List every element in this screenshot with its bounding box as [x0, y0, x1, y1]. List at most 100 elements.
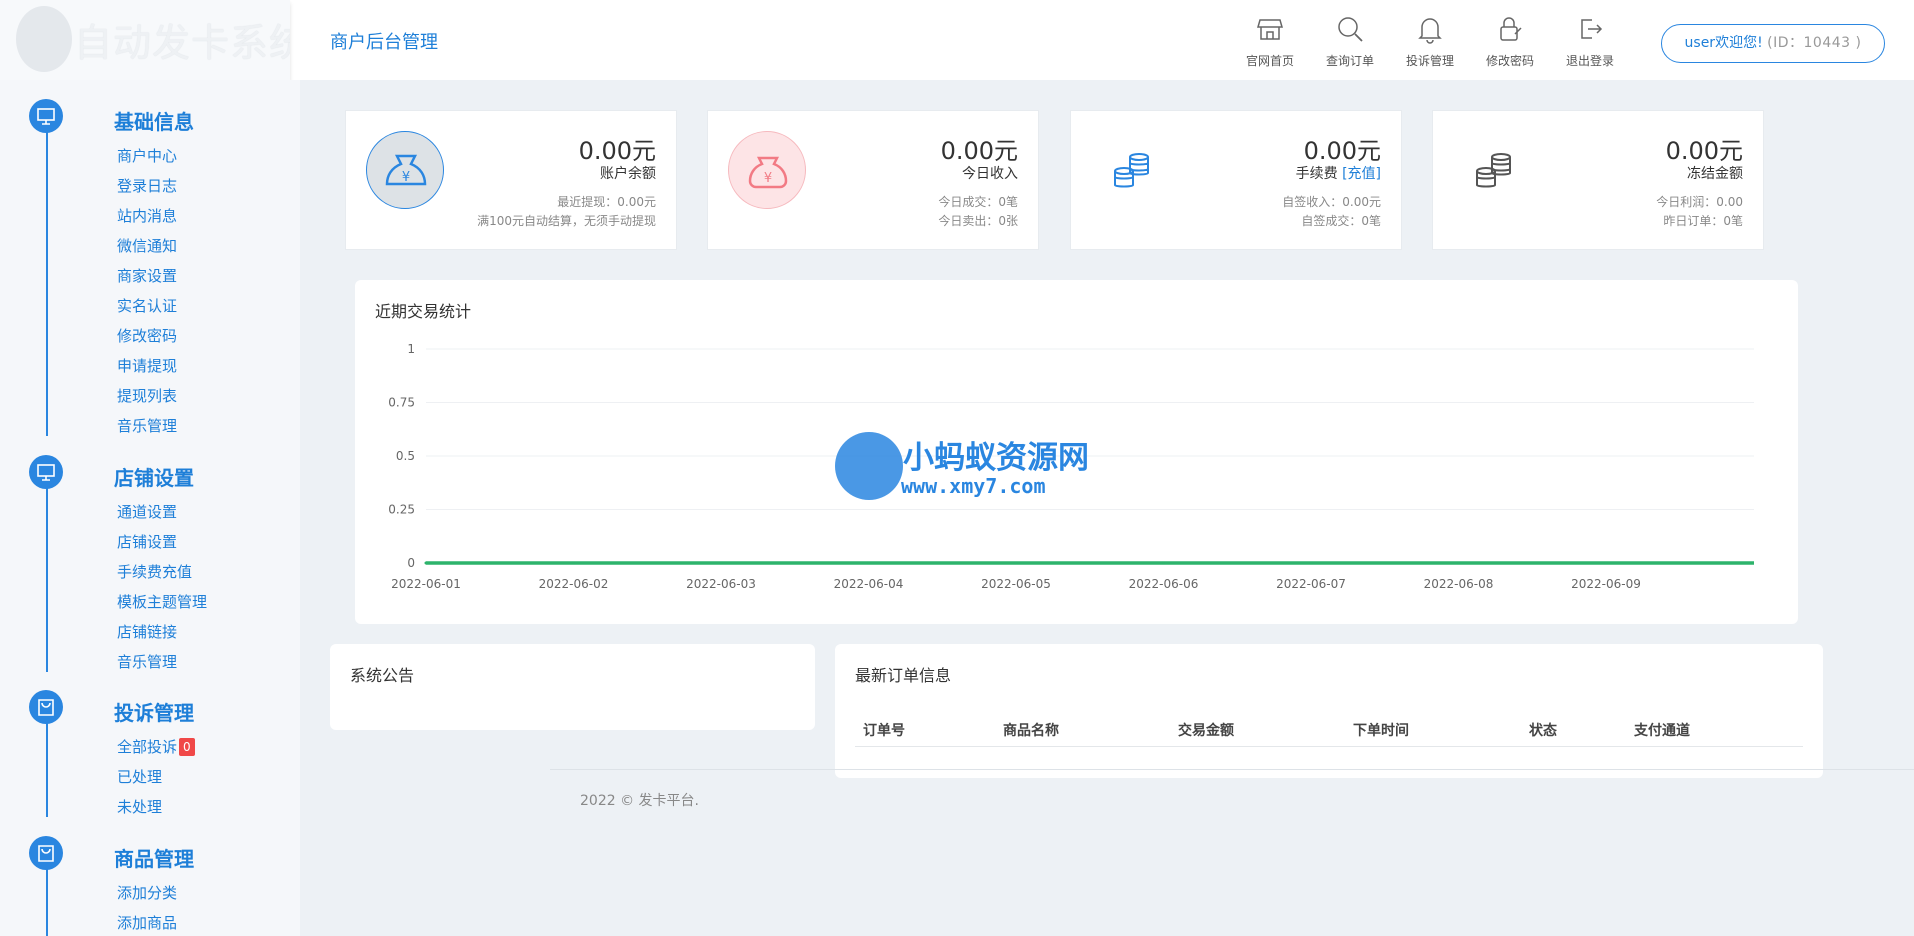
nav-home[interactable]: 官网首页 — [1230, 12, 1310, 74]
sidebar-item-music-2[interactable]: 音乐管理 — [117, 651, 177, 672]
sidebar-item-apply-withdraw[interactable]: 申请提现 — [117, 355, 177, 376]
frozen-label: 冻结金额 — [1687, 166, 1743, 182]
stat-card-fee: 0.00元 手续费 [充值] 自签收入：0.00元 自签成交：0笔 — [1070, 110, 1402, 250]
self-sign-deals: 自签成交：0笔 — [1301, 214, 1381, 228]
last-withdraw: 最近提现：0.00元 — [557, 195, 656, 209]
sidebar-item-merchant-settings[interactable]: 商家设置 — [117, 265, 177, 286]
nav-logout[interactable]: 退出登录 — [1550, 12, 1630, 74]
auto-settle-note: 满100元自动结算，无须手动提现 — [477, 214, 656, 228]
sidebar: 基础信息 商户中心 登录日志 站内消息 微信通知 商家设置 实名认证 修改密码 … — [0, 80, 300, 936]
fee-label-row: 手续费 [充值] — [1296, 163, 1381, 183]
section-line — [46, 116, 48, 436]
watermark: 小蚂蚁资源网 www.xmy7.com — [835, 432, 1095, 504]
notice-title: 系统公告 — [350, 666, 415, 685]
sidebar-item-login-log[interactable]: 登录日志 — [117, 175, 177, 196]
search-icon — [1338, 17, 1363, 42]
column-header-amount[interactable]: 交易金额 — [1178, 720, 1234, 740]
stat-card-balance: ¥ 0.00元 账户余额 最近提现：0.00元 满100元自动结算，无须手动提现 — [345, 110, 677, 250]
stat-card-frozen: 0.00元 冻结金额 今日利润：0.00 昨日订单：0笔 — [1432, 110, 1764, 250]
monitor-icon — [29, 99, 63, 133]
section-line — [46, 472, 48, 672]
logo-text: 自动发卡系统 — [74, 21, 290, 65]
orders-title: 最新订单信息 — [855, 666, 952, 685]
complaint-count-badge: 0 — [179, 738, 195, 756]
sidebar-item-unprocessed[interactable]: 未处理 — [117, 796, 162, 817]
chart-title: 近期交易统计 — [375, 302, 472, 321]
sidebar-item-channel-settings[interactable]: 通道设置 — [117, 501, 177, 522]
store-icon — [1257, 19, 1283, 40]
bell-icon — [1418, 18, 1442, 44]
sidebar-item-real-name[interactable]: 实名认证 — [117, 295, 177, 316]
sidebar-item-all-complaints-label: 全部投诉 — [117, 738, 178, 756]
logo-icon — [16, 6, 72, 72]
sidebar-item-add-product[interactable]: 添加商品 — [117, 912, 177, 933]
watermark-logo-icon — [835, 432, 903, 500]
sidebar-item-messages[interactable]: 站内消息 — [117, 205, 177, 226]
today-income-value: 0.00元 — [940, 137, 1018, 165]
sidebar-section-complaints[interactable]: 投诉管理 — [114, 697, 194, 726]
today-sold: 今日卖出：0张 — [938, 214, 1018, 228]
sidebar-item-withdraw-list[interactable]: 提现列表 — [117, 385, 177, 406]
balance-value: 0.00元 — [578, 137, 656, 165]
frozen-value: 0.00元 — [1665, 137, 1743, 165]
sidebar-section-basic-info[interactable]: 基础信息 — [114, 106, 194, 135]
money-pouch-icon: ¥ — [728, 131, 806, 209]
today-profit: 今日利润：0.00 — [1656, 195, 1743, 209]
user-id: (ID：10443 ) — [1767, 35, 1862, 51]
monitor-icon — [29, 455, 63, 489]
table-header-divider — [855, 746, 1803, 747]
user-greeting: user欢迎您! — [1684, 35, 1763, 51]
recharge-link[interactable]: [充值] — [1342, 166, 1381, 182]
sidebar-item-change-password[interactable]: 修改密码 — [117, 325, 177, 346]
sidebar-item-all-complaints[interactable]: 全部投诉 0 — [117, 736, 195, 757]
nav-query-order[interactable]: 查询订单 — [1310, 12, 1390, 74]
user-menu-button[interactable]: user欢迎您! (ID：10443 ) — [1661, 24, 1885, 63]
fee-label: 手续费 — [1295, 166, 1338, 182]
column-header-time[interactable]: 下单时间 — [1353, 720, 1409, 740]
sidebar-item-merchant-center[interactable]: 商户中心 — [117, 145, 177, 166]
nav-change-password-label: 修改密码 — [1485, 54, 1534, 68]
bag-icon — [29, 836, 63, 870]
nav-complaints[interactable]: 投诉管理 — [1390, 12, 1470, 74]
column-header-order-no[interactable]: 订单号 — [863, 720, 905, 740]
fee-value: 0.00元 — [1303, 137, 1381, 165]
svg-text:¥: ¥ — [402, 170, 410, 185]
watermark-title: 小蚂蚁资源网 — [903, 440, 1089, 476]
sidebar-item-shop-link[interactable]: 店铺链接 — [117, 621, 177, 642]
today-deals: 今日成交：0笔 — [938, 195, 1018, 209]
nav-change-password[interactable]: 修改密码 — [1470, 12, 1550, 74]
sidebar-item-theme[interactable]: 模板主题管理 — [117, 591, 207, 612]
sidebar-item-add-category[interactable]: 添加分类 — [117, 882, 177, 903]
footer-divider — [550, 769, 1914, 770]
sidebar-section-shop-settings[interactable]: 店铺设置 — [114, 462, 194, 491]
nav-query-order-label: 查询订单 — [1325, 54, 1374, 68]
watermark-url: www.xmy7.com — [901, 474, 1046, 498]
orders-panel: 最新订单信息 — [835, 644, 1823, 778]
today-income-label: 今日收入 — [962, 166, 1018, 182]
nav-complaints-label: 投诉管理 — [1405, 54, 1454, 68]
stat-card-today-income: ¥ 0.00元 今日收入 今日成交：0笔 今日卖出：0张 — [707, 110, 1039, 250]
header-title: 商户后台管理 — [330, 32, 438, 53]
yesterday-orders: 昨日订单：0笔 — [1663, 214, 1743, 228]
sidebar-item-processed[interactable]: 已处理 — [117, 766, 162, 787]
column-header-channel[interactable]: 支付通道 — [1634, 720, 1690, 740]
logout-icon — [1581, 19, 1603, 39]
sidebar-item-music[interactable]: 音乐管理 — [117, 415, 177, 436]
sidebar-item-fee-recharge[interactable]: 手续费充值 — [117, 561, 192, 582]
lock-icon — [1500, 17, 1522, 41]
sidebar-section-products[interactable]: 商品管理 — [114, 843, 194, 872]
column-header-product[interactable]: 商品名称 — [1003, 720, 1059, 740]
self-sign-income: 自签收入：0.00元 — [1282, 195, 1381, 209]
nav-home-label: 官网首页 — [1245, 54, 1294, 68]
top-header: 自动发卡系统 商户后台管理 官网首页 查询订单 投诉管理 修改密码 退出登录 u… — [0, 0, 1914, 80]
notice-panel: 系统公告 — [330, 644, 815, 730]
sidebar-item-shop-settings[interactable]: 店铺设置 — [117, 531, 177, 552]
sidebar-item-wechat-notify[interactable]: 微信通知 — [117, 235, 177, 256]
bag-icon — [29, 690, 63, 724]
column-header-status[interactable]: 状态 — [1529, 720, 1557, 740]
money-bag-icon: ¥ — [366, 131, 444, 209]
coins-icon — [1114, 153, 1149, 188]
logo[interactable]: 自动发卡系统 — [0, 0, 290, 80]
nav-logout-label: 退出登录 — [1565, 54, 1614, 68]
coins-icon — [1476, 153, 1511, 188]
